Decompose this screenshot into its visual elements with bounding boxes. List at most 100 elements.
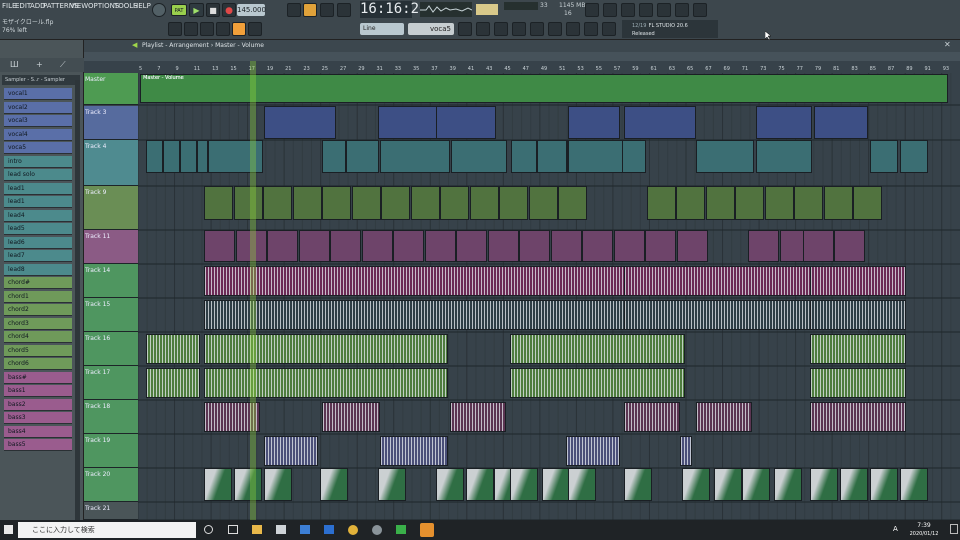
record-icon[interactable]: ● bbox=[222, 3, 236, 17]
chord-clip[interactable] bbox=[646, 186, 676, 220]
upload-icon[interactable] bbox=[675, 3, 689, 17]
timeline-ruler[interactable]: 5 7 9 11 13 15 17 19 21 23 25 27 29 31 33 35 37 39 41 43 45 4… bbox=[138, 61, 960, 73]
browser-scrollbar[interactable] bbox=[75, 80, 80, 520]
audio-clip[interactable] bbox=[696, 402, 752, 432]
vocal-clip[interactable] bbox=[264, 106, 336, 139]
bass-clip[interactable] bbox=[267, 230, 298, 262]
pointer-icon[interactable] bbox=[584, 22, 598, 36]
lead-clip[interactable] bbox=[696, 140, 754, 173]
chord-clip[interactable] bbox=[823, 186, 853, 220]
kick-clip[interactable] bbox=[900, 468, 928, 501]
clock-date[interactable]: 2020/01/12 bbox=[900, 531, 948, 537]
lead-clip[interactable] bbox=[870, 140, 898, 173]
menu-edit[interactable]: EDIT bbox=[15, 2, 31, 10]
tab-plugin-icon[interactable]: Ш bbox=[10, 60, 19, 69]
tab-add-icon[interactable]: + bbox=[36, 60, 43, 69]
playhead[interactable] bbox=[250, 61, 256, 520]
bass-clip[interactable] bbox=[361, 230, 393, 262]
plugin-picker-icon[interactable] bbox=[494, 22, 508, 36]
store-icon[interactable] bbox=[276, 525, 286, 534]
lead-clip[interactable] bbox=[451, 140, 507, 173]
chrome-icon[interactable] bbox=[348, 525, 358, 535]
master-volume-knob[interactable] bbox=[152, 3, 166, 17]
lead-clip[interactable] bbox=[197, 140, 208, 173]
chord-clip[interactable] bbox=[351, 186, 381, 220]
audio-clip[interactable] bbox=[510, 334, 685, 364]
bass-clip[interactable] bbox=[550, 230, 582, 262]
kick-clip[interactable] bbox=[742, 468, 770, 501]
overview-bar[interactable] bbox=[84, 52, 960, 61]
close-icon[interactable]: ✕ bbox=[944, 40, 951, 49]
chat-icon[interactable] bbox=[693, 3, 707, 17]
lead-clip[interactable] bbox=[380, 140, 450, 173]
typing-keyboard-icon[interactable] bbox=[303, 3, 317, 17]
chord-clip[interactable] bbox=[381, 186, 410, 220]
settings-app-icon[interactable] bbox=[372, 525, 382, 535]
channel-23[interactable]: bass2 bbox=[4, 398, 72, 411]
cut-icon[interactable] bbox=[603, 3, 617, 17]
channel-19[interactable]: chord5 bbox=[4, 344, 72, 357]
lead-clip[interactable] bbox=[146, 140, 163, 173]
track-header-2[interactable]: Track 4 bbox=[84, 140, 138, 186]
add-pattern-icon[interactable] bbox=[458, 22, 472, 36]
playlist-arrow-icon[interactable]: ◀ bbox=[132, 41, 137, 49]
tool-mode-select[interactable]: Line bbox=[360, 23, 404, 35]
track-header-11[interactable]: Track 20 bbox=[84, 468, 138, 502]
bass-clip[interactable] bbox=[487, 230, 519, 262]
lead-clip[interactable] bbox=[900, 140, 928, 173]
bass-clip[interactable] bbox=[519, 230, 550, 262]
bass-clip[interactable] bbox=[645, 230, 676, 262]
chord-clip[interactable] bbox=[705, 186, 735, 220]
chord-clip[interactable] bbox=[410, 186, 440, 220]
channel-17[interactable]: chord3 bbox=[4, 317, 72, 330]
menu-help[interactable]: HELP bbox=[133, 2, 151, 10]
tab-link-icon[interactable]: ⟋ bbox=[60, 60, 66, 70]
song-position-display[interactable]: 16:16:20 bbox=[360, 1, 427, 18]
bass-clip[interactable] bbox=[676, 230, 708, 262]
step-icon[interactable] bbox=[248, 22, 262, 36]
mixer-icon[interactable] bbox=[216, 22, 230, 36]
notification-icon[interactable] bbox=[950, 524, 958, 534]
audio-clip[interactable] bbox=[810, 266, 906, 296]
link-icon[interactable] bbox=[602, 22, 616, 36]
bass-clip[interactable] bbox=[802, 230, 834, 262]
kick-clip[interactable] bbox=[234, 468, 262, 501]
audio-clip[interactable] bbox=[810, 300, 906, 330]
taskbar-search-input[interactable]: ここに入力して検索 bbox=[18, 522, 196, 538]
kick-clip[interactable] bbox=[204, 468, 232, 501]
audio-clip[interactable] bbox=[810, 334, 906, 364]
channel-18[interactable]: chord4 bbox=[4, 331, 72, 343]
bass-clip[interactable] bbox=[834, 230, 865, 262]
channel-7[interactable]: lead1 bbox=[4, 182, 72, 195]
kick-clip[interactable] bbox=[378, 468, 406, 501]
channel-10[interactable]: lead5 bbox=[4, 223, 72, 235]
bass-clip[interactable] bbox=[204, 230, 235, 262]
line-app-icon[interactable] bbox=[396, 525, 406, 534]
windows-start-icon[interactable] bbox=[4, 525, 13, 534]
track-header-10[interactable]: Track 19 bbox=[84, 434, 138, 468]
kick-clip[interactable] bbox=[682, 468, 710, 501]
piano-icon[interactable] bbox=[548, 22, 562, 36]
audio-clip[interactable] bbox=[450, 402, 506, 432]
ime-indicator[interactable]: A bbox=[893, 525, 898, 533]
play-icon[interactable]: ▶ bbox=[189, 3, 204, 17]
kick-clip[interactable] bbox=[840, 468, 868, 501]
kick-clip[interactable] bbox=[436, 468, 464, 501]
vocal-clip[interactable] bbox=[624, 106, 696, 139]
audio-clip[interactable] bbox=[204, 368, 448, 398]
vocal-clip[interactable] bbox=[756, 106, 812, 139]
vocal-clip[interactable] bbox=[436, 106, 496, 139]
kick-clip[interactable] bbox=[714, 468, 742, 501]
channel-4[interactable]: voca5 bbox=[4, 142, 72, 154]
metronome-icon[interactable] bbox=[287, 3, 301, 17]
track-header-4[interactable]: Track 11 bbox=[84, 230, 138, 264]
channel-11[interactable]: lead6 bbox=[4, 236, 72, 249]
channel-16[interactable]: chord2 bbox=[4, 304, 72, 316]
mic-icon[interactable] bbox=[621, 3, 635, 17]
save-icon[interactable] bbox=[657, 3, 671, 17]
audio-clip[interactable] bbox=[810, 402, 906, 432]
audio-clip[interactable] bbox=[380, 436, 448, 466]
bass-clip[interactable] bbox=[330, 230, 361, 262]
track-header-12[interactable]: Track 21 bbox=[84, 502, 138, 520]
channel-0[interactable]: vocal1 bbox=[4, 88, 72, 100]
